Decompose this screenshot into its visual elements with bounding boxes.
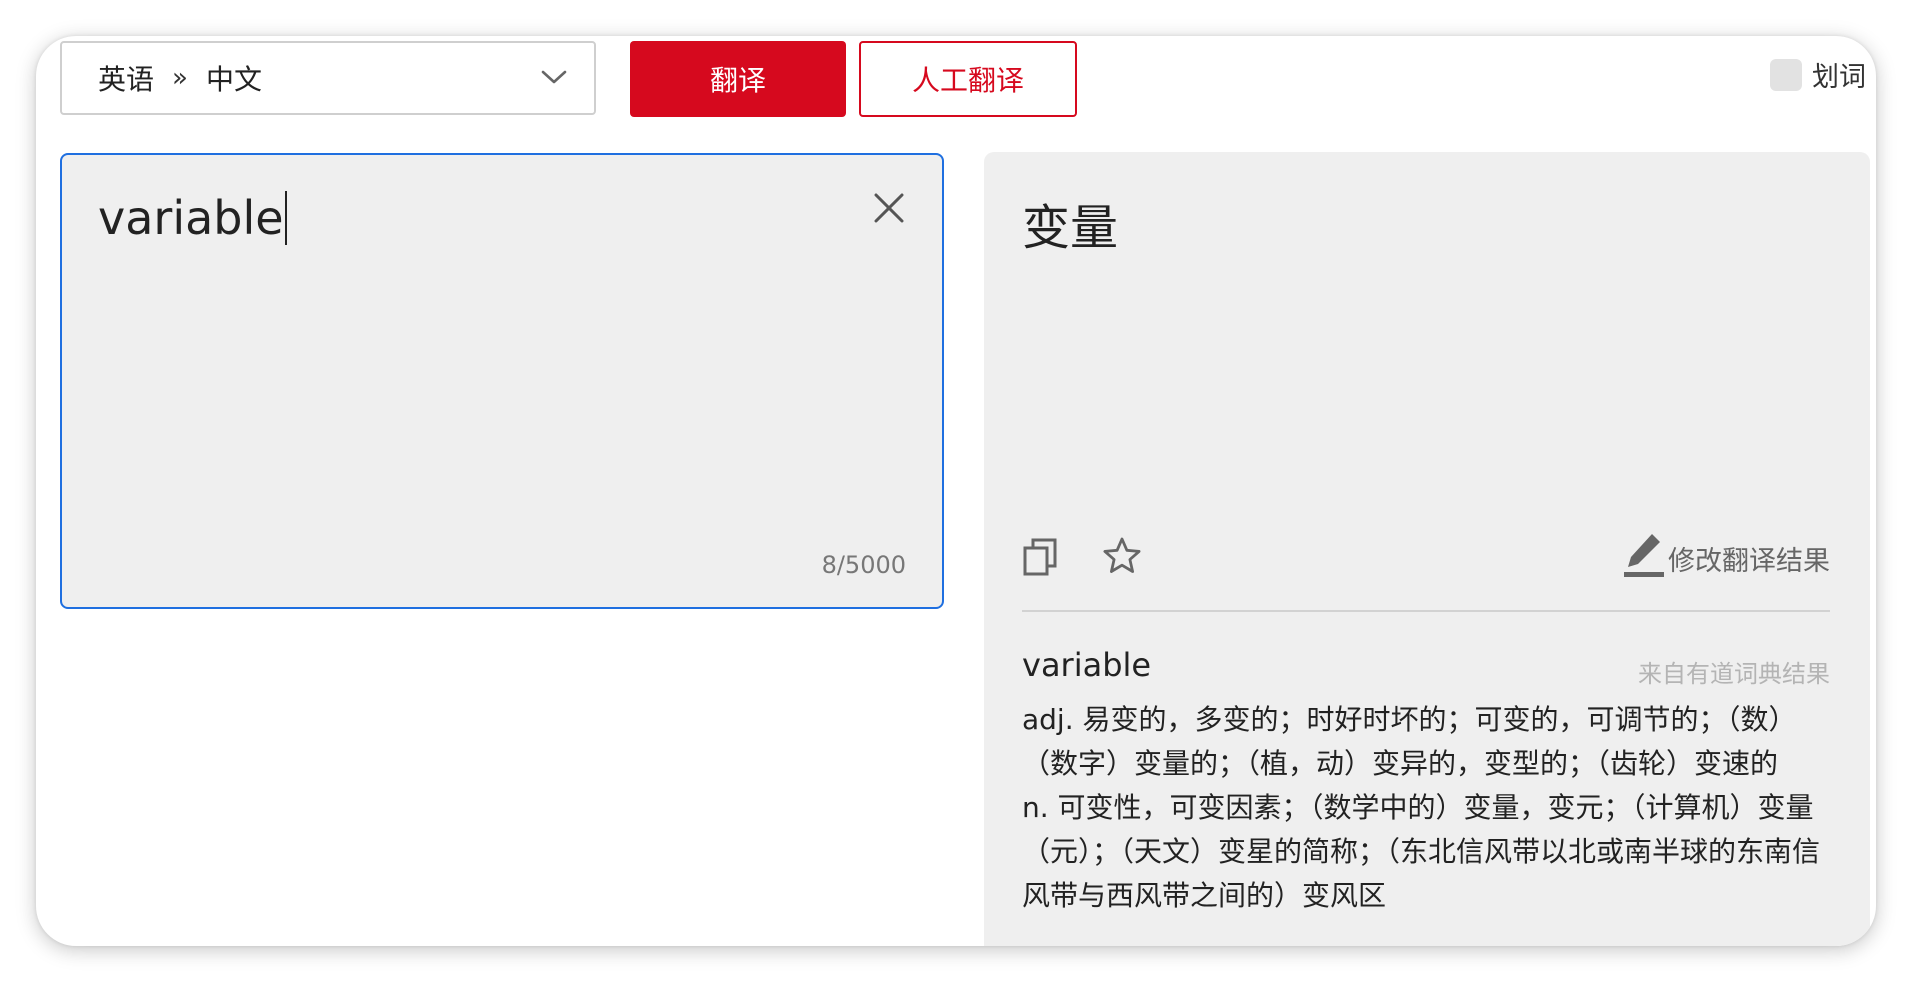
- text-caret: [284, 191, 287, 245]
- edit-translation-button[interactable]: 修改翻译结果: [1622, 530, 1830, 578]
- source-text-area[interactable]: variable 8/5000: [60, 153, 944, 609]
- definition-adj: adj. 易变的，多变的；时好时坏的；可变的，可调节的；（数）（数字）变量的；（…: [1022, 703, 1797, 780]
- dictionary-header: variable 来自有道词典结果: [1022, 646, 1830, 690]
- translate-button[interactable]: 翻译: [630, 41, 846, 117]
- result-divider: [1022, 610, 1830, 612]
- copy-icon[interactable]: [1022, 536, 1060, 578]
- source-text: variable: [98, 191, 284, 245]
- translation-result-panel: 变量 修改翻译结果 variable 来自有道词典结果 adj. 易变的，多变的…: [984, 152, 1870, 946]
- dictionary-definitions: adj. 易变的，多变的；时好时坏的；可变的，可调节的；（数）（数字）变量的；（…: [1022, 698, 1834, 918]
- language-separator: »: [172, 63, 188, 93]
- result-toolbar: 修改翻译结果: [1022, 534, 1830, 580]
- source-text-wrap: variable: [98, 191, 287, 245]
- huaci-toggle[interactable]: 划词: [1770, 55, 1866, 94]
- definition-noun: n. 可变性，可变因素；（数学中的）变量，变元；（计算机）变量（元）；（天文）变…: [1022, 791, 1821, 912]
- translator-window: 英语 » 中文 翻译 人工翻译 划词 variable 8/5000 变量 修改…: [36, 36, 1876, 946]
- huaci-checkbox[interactable]: [1770, 58, 1802, 91]
- character-count: 8/5000: [821, 551, 906, 579]
- close-icon[interactable]: [872, 191, 906, 225]
- pencil-icon: [1624, 534, 1664, 577]
- translation-result: 变量: [1022, 200, 1119, 256]
- source-language: 英语: [98, 63, 155, 96]
- edit-translation-label: 修改翻译结果: [1668, 546, 1830, 577]
- huaci-label: 划词: [1812, 62, 1866, 93]
- chevron-down-icon: [541, 70, 567, 84]
- star-icon[interactable]: [1102, 536, 1142, 576]
- target-language: 中文: [205, 63, 262, 96]
- dictionary-source: 来自有道词典结果: [1638, 660, 1830, 688]
- language-pair-select[interactable]: 英语 » 中文: [60, 41, 596, 115]
- human-translate-button[interactable]: 人工翻译: [859, 41, 1077, 117]
- dictionary-word: variable: [1022, 646, 1152, 684]
